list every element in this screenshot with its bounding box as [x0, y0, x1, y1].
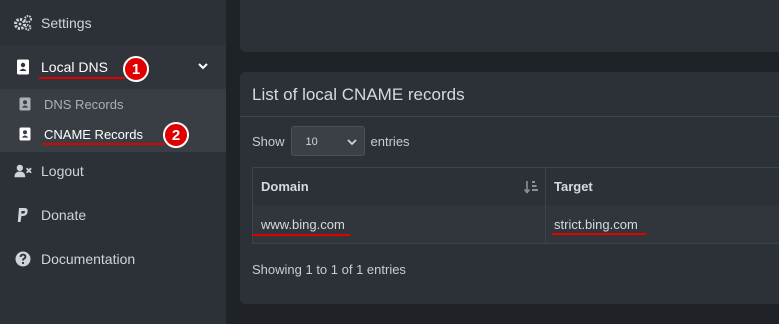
nav-label-dns-records: DNS Records [44, 96, 124, 112]
nav-label-local-dns: Local DNS [41, 59, 108, 75]
column-label-domain: Domain [261, 179, 309, 194]
entries-select-value: 10 [305, 136, 318, 148]
address-book-icon [18, 127, 32, 141]
nav-label-logout: Logout [41, 163, 84, 179]
annotation-underline-domain [252, 234, 350, 236]
nav-item-documentation[interactable]: Documentation [0, 237, 226, 281]
cname-records-card: List of local CNAME records Show 10 entr… [240, 72, 779, 304]
annotation-badge-1: 1 [123, 56, 149, 82]
column-header-domain[interactable]: Domain [252, 168, 546, 205]
annotation-underline-cname-records [43, 143, 165, 145]
target-value: strict.bing.com [554, 216, 638, 232]
show-label: Show [252, 133, 285, 149]
nav-label-documentation: Documentation [41, 251, 136, 267]
question-circle-icon [14, 250, 32, 268]
card-title: List of local CNAME records [252, 85, 465, 104]
annotation-underline-local-dns [39, 77, 125, 79]
address-book-icon [14, 58, 32, 76]
annotation-underline-target [552, 233, 646, 235]
sort-ascending-icon [523, 179, 539, 195]
address-book-icon [18, 97, 32, 111]
entries-per-page-select[interactable]: 10 [290, 126, 365, 156]
column-header-target[interactable]: Target [546, 168, 779, 205]
domain-value: www.bing.com [261, 216, 345, 232]
nav-item-local-dns[interactable]: Local DNS [0, 45, 226, 89]
nav-item-dns-records[interactable]: DNS Records [0, 89, 226, 119]
annotation-badge-2: 2 [163, 122, 189, 148]
paypal-icon [14, 206, 32, 224]
table-row: www.bing.com strict.bing.com [252, 205, 779, 244]
chevron-down-icon [346, 136, 358, 148]
entries-label: entries [370, 133, 410, 149]
card-header: List of local CNAME records [240, 72, 779, 117]
table-info: Showing 1 to 1 of 1 entries [252, 262, 406, 277]
gears-icon [14, 14, 32, 32]
nav-item-logout[interactable]: Logout [0, 149, 226, 193]
nav-label-settings: Settings [41, 15, 92, 31]
chevron-down-icon[interactable] [196, 59, 210, 73]
column-label-target: Target [554, 179, 593, 194]
nav-item-donate[interactable]: Donate [0, 193, 226, 237]
sidebar: Settings Local DNS DNS Records CNAME Rec… [0, 0, 226, 324]
top-card [240, 0, 779, 52]
main-content: List of local CNAME records Show 10 entr… [226, 0, 779, 324]
nav-label-donate: Donate [41, 207, 87, 223]
table-header: Domain Target [252, 167, 779, 206]
cell-domain: www.bing.com [252, 205, 546, 243]
cell-target: strict.bing.com [546, 205, 779, 243]
user-times-icon [14, 162, 32, 180]
nav-label-cname-records: CNAME Records [44, 126, 143, 142]
nav-item-settings[interactable]: Settings [0, 1, 226, 45]
entries-length-control: Show 10 entries [252, 125, 410, 157]
